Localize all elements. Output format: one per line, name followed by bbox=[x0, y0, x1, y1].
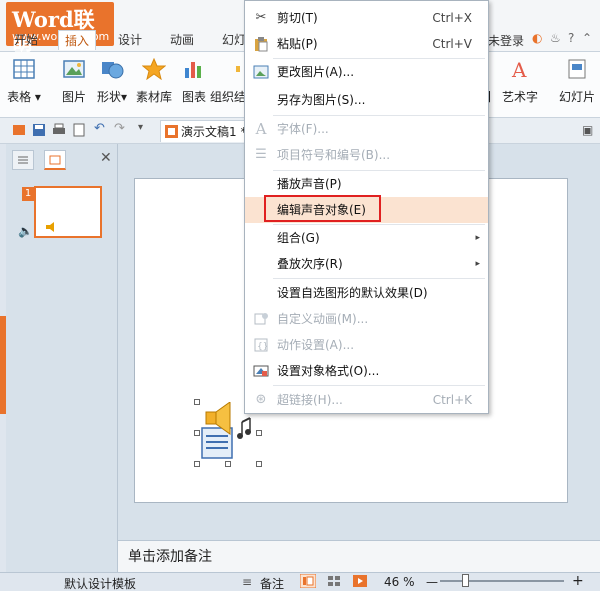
outline-icon bbox=[18, 156, 28, 164]
outline-tab[interactable] bbox=[12, 150, 34, 170]
slideshow-icon[interactable] bbox=[352, 574, 368, 588]
zoom-slider-thumb[interactable] bbox=[462, 574, 469, 587]
svg-text:A: A bbox=[511, 58, 527, 80]
menu-item-cut[interactable]: ✂ 剪切(T) Ctrl+X bbox=[245, 5, 488, 31]
font-icon: A bbox=[255, 120, 267, 138]
menu-item-format-object[interactable]: 设置对象格式(O)... bbox=[245, 358, 488, 384]
ppt-doc-icon bbox=[165, 125, 178, 138]
picture-icon bbox=[63, 60, 85, 78]
shapes-icon bbox=[102, 62, 124, 79]
submenu-arrow-icon: ▸ bbox=[475, 233, 480, 243]
menu-item-font[interactable]: A 字体(F)... bbox=[245, 116, 488, 142]
tab-design[interactable]: 设计 bbox=[118, 30, 142, 50]
svg-text:{}: {} bbox=[257, 342, 268, 352]
menu-item-bullets[interactable]: ☰ 项目符号和编号(B)... bbox=[245, 142, 488, 168]
zoom-out-icon[interactable]: — bbox=[426, 575, 438, 589]
resize-handle-bl[interactable] bbox=[194, 461, 200, 467]
shirt-icon[interactable]: ♨ bbox=[550, 31, 561, 45]
tab-home[interactable]: 开始 bbox=[14, 30, 38, 50]
menu-item-order[interactable]: 叠放次序(R) ▸ bbox=[245, 251, 488, 277]
slide-number: 1 bbox=[22, 187, 34, 201]
menu-separator bbox=[273, 278, 485, 279]
notes-placeholder: 单击添加备注 bbox=[128, 549, 212, 565]
tool-label: 表格 ▾ bbox=[7, 90, 41, 104]
resize-handle-br[interactable] bbox=[256, 461, 262, 467]
bullets-icon: ☰ bbox=[255, 147, 267, 162]
save-icon[interactable] bbox=[32, 123, 46, 137]
zoom-level: 46 % bbox=[384, 575, 415, 589]
insert-org-chart-button[interactable]: 组织结 bbox=[210, 58, 246, 105]
annotation-highlight-box bbox=[264, 195, 381, 222]
notes-toggle-icon[interactable]: ≡ bbox=[242, 575, 252, 589]
redo-icon[interactable]: ↷ bbox=[114, 121, 128, 136]
template-name: 默认设计模板 bbox=[64, 577, 137, 591]
tab-slideshow[interactable]: 幻灯 bbox=[222, 30, 246, 50]
tab-insert[interactable]: 插入 bbox=[58, 30, 97, 50]
zoom-in-icon[interactable]: + bbox=[572, 573, 584, 589]
insert-shapes-button[interactable]: 形状▾ bbox=[90, 58, 134, 105]
chart-icon bbox=[185, 62, 201, 78]
slides-tab[interactable] bbox=[44, 150, 66, 170]
slide-sorter-icon[interactable] bbox=[326, 574, 342, 588]
wps-menu-icon[interactable] bbox=[12, 123, 26, 137]
tool-label: 形状▾ bbox=[96, 90, 128, 104]
custom-animation-icon bbox=[254, 313, 268, 325]
star-icon bbox=[142, 58, 166, 80]
insert-table-button[interactable]: 表格 ▾ bbox=[2, 58, 46, 105]
resize-handle-tl[interactable] bbox=[194, 399, 200, 405]
menu-item-group[interactable]: 组合(G) ▸ bbox=[245, 225, 488, 251]
normal-view-icon[interactable] bbox=[300, 574, 316, 588]
tab-animation[interactable]: 动画 bbox=[170, 30, 194, 50]
slides-icon bbox=[49, 155, 61, 165]
skin-icon[interactable]: ◐ bbox=[532, 31, 542, 45]
paste-icon bbox=[255, 37, 268, 52]
close-panel-icon[interactable]: ✕ bbox=[100, 150, 112, 166]
tool-label: 幻灯片 bbox=[558, 90, 595, 104]
resize-handle-bm[interactable] bbox=[225, 461, 231, 467]
submenu-arrow-icon: ▸ bbox=[475, 259, 480, 269]
notes-toggle-label[interactable]: 备注 bbox=[260, 575, 284, 591]
menu-item-action-settings[interactable]: {} 动作设置(A)... bbox=[245, 332, 488, 358]
sound-thumb-icon bbox=[46, 222, 54, 232]
table-icon bbox=[13, 59, 35, 79]
action-settings-icon: {} bbox=[254, 338, 268, 352]
customize-dropdown-icon[interactable]: ▾ bbox=[138, 122, 152, 136]
document-title: 演示文稿1 * bbox=[181, 125, 247, 139]
login-link[interactable]: 未登录 bbox=[488, 32, 524, 49]
menu-item-default-shape-effect[interactable]: 设置自选图形的默认效果(D) bbox=[245, 280, 488, 306]
menu-item-paste[interactable]: 粘贴(P) Ctrl+V bbox=[245, 31, 488, 57]
resize-handle-mr[interactable] bbox=[256, 430, 262, 436]
document-tab[interactable]: 演示文稿1 * bbox=[160, 120, 256, 142]
menu-item-custom-animation[interactable]: 自定义动画(M)... bbox=[245, 306, 488, 332]
undo-icon[interactable]: ↶ bbox=[94, 121, 108, 136]
format-object-icon bbox=[253, 365, 269, 377]
tool-label: 艺术字 bbox=[501, 90, 538, 104]
zoom-slider-track[interactable] bbox=[440, 580, 564, 582]
slide-icon bbox=[568, 59, 586, 79]
org-chart-icon bbox=[236, 66, 240, 72]
menu-item-hyperlink[interactable]: ⊛ 超链接(H)... Ctrl+K bbox=[245, 387, 488, 413]
insert-slide-button[interactable]: 幻灯片 bbox=[554, 58, 600, 105]
menu-item-save-as-picture[interactable]: 另存为图片(S)... bbox=[245, 87, 488, 113]
menu-item-play-sound[interactable]: 播放声音(P) bbox=[245, 171, 488, 197]
print-preview-icon[interactable] bbox=[72, 123, 86, 137]
help-icon[interactable]: ? bbox=[568, 31, 574, 45]
material-library-button[interactable]: 素材库 bbox=[132, 58, 176, 105]
menu-item-change-picture[interactable]: 更改图片(A)... bbox=[245, 59, 488, 85]
window-toggle-icon[interactable]: ▣ bbox=[582, 123, 593, 137]
menu-separator bbox=[273, 385, 485, 386]
insert-art-text-button[interactable]: A 艺术字 bbox=[498, 58, 542, 105]
slide-thumbnail[interactable] bbox=[34, 186, 102, 238]
tool-label: 组织结 bbox=[210, 90, 246, 104]
panel-collapse-handle[interactable] bbox=[0, 316, 6, 414]
change-picture-icon bbox=[253, 65, 269, 79]
print-icon[interactable] bbox=[52, 123, 66, 137]
art-text-icon: A bbox=[511, 58, 527, 80]
tool-label: 素材库 bbox=[135, 90, 172, 104]
hyperlink-icon: ⊛ bbox=[255, 392, 267, 407]
scissors-icon: ✂ bbox=[255, 10, 267, 25]
chevron-up-icon[interactable]: ⌃ bbox=[582, 31, 592, 45]
slide-audio-indicator-icon: 🔈 bbox=[18, 224, 33, 238]
resize-handle-ml[interactable] bbox=[194, 430, 200, 436]
